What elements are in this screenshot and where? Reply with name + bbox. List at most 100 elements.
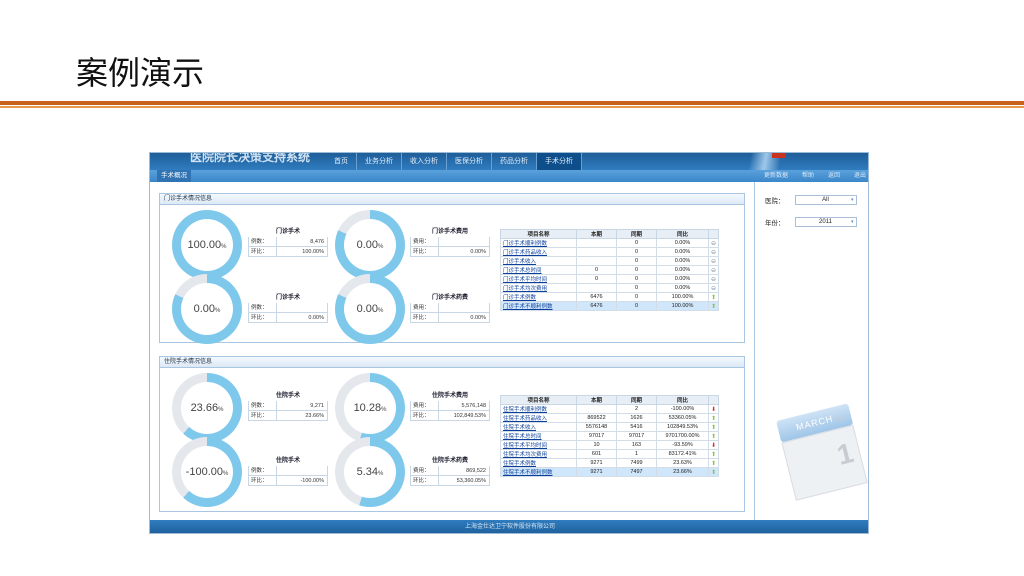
outpatient-stats-table: 项目名称 本期 同期 同比 门诊手术顺利例数 0 0.00% ⊖ 门诊手术药品收入 0 0.… bbox=[500, 229, 720, 311]
nav-tab-income[interactable]: 收入分析 bbox=[402, 153, 447, 170]
back-link[interactable]: 返回 bbox=[828, 170, 840, 182]
yoy-value: 100.00% bbox=[656, 301, 709, 311]
current-value: 9271 bbox=[576, 458, 617, 468]
row-name-link[interactable]: 门诊手术不顺利例数 bbox=[500, 301, 577, 311]
top-navbar: 医院院长决策支持系统 首页 业务分析 收入分析 医保分析 药品分析 手术分析 bbox=[150, 153, 868, 170]
table-row: 住院手术药品收入 869522 1626 53360.05% ⬆ bbox=[500, 413, 720, 423]
row-label: 例数： bbox=[249, 237, 277, 246]
row-name-link[interactable]: 住院手术药品收入 bbox=[500, 413, 577, 423]
table-row: 门诊手术均次费用 0 0.00% ⊖ bbox=[500, 283, 720, 293]
row-name-link[interactable]: 门诊手术药品收入 bbox=[500, 247, 577, 257]
yoy-value: 0.00% bbox=[656, 265, 709, 275]
col-header: 本期 bbox=[576, 395, 617, 405]
ring-unit: % bbox=[378, 471, 384, 477]
row-name-link[interactable]: 门诊手术总时间 bbox=[500, 265, 577, 275]
row-name-link[interactable]: 住院手术总时间 bbox=[500, 431, 577, 441]
hospital-select[interactable]: All ▾ bbox=[794, 195, 857, 205]
col-header: 同比 bbox=[656, 229, 709, 239]
previous-value: 0 bbox=[616, 265, 657, 275]
row-label: 环比： bbox=[249, 247, 277, 256]
nav-tab-business[interactable]: 业务分析 bbox=[357, 153, 402, 170]
nav-tab-insurance[interactable]: 医保分析 bbox=[447, 153, 492, 170]
row-name-link[interactable]: 住院手术顺利例数 bbox=[500, 404, 577, 414]
previous-value: 2 bbox=[616, 404, 657, 414]
row-value: 0.00% bbox=[470, 249, 486, 255]
table-header-row: 项目名称 本期 同期 同比 bbox=[500, 229, 720, 239]
yoy-value: 83172.41% bbox=[656, 449, 709, 459]
table-row: 住院手术收入 5576148 5416 102849.53% ⬆ bbox=[500, 422, 720, 432]
arrow-down-icon: ⬇ bbox=[711, 406, 717, 413]
row-value: 9,271 bbox=[310, 403, 324, 409]
circle-icon: ⊖ bbox=[711, 249, 717, 256]
row-label: 费用： bbox=[411, 401, 439, 410]
slide-title: 案例演示 bbox=[76, 54, 205, 92]
current-value bbox=[576, 256, 617, 266]
current-value: 9271 bbox=[576, 467, 617, 477]
previous-value: 0 bbox=[616, 247, 657, 257]
outpatient-drug-ring: 0.00% bbox=[335, 274, 405, 344]
col-header: 同比 bbox=[656, 395, 709, 405]
ring-unit: % bbox=[215, 308, 221, 314]
row-label: 环比： bbox=[249, 476, 277, 485]
row-name-link[interactable]: 住院手术收入 bbox=[500, 422, 577, 432]
arrow-up-icon: ⬆ bbox=[711, 424, 717, 431]
row-value: 869,522 bbox=[466, 468, 486, 474]
calendar-icon: MARCH FR 1 bbox=[776, 402, 868, 518]
row-label: 环比： bbox=[249, 411, 277, 420]
nav-tab-drug[interactable]: 药品分析 bbox=[492, 153, 537, 170]
current-value: 6476 bbox=[576, 301, 617, 311]
filter-sidebar: 医院： All ▾ 年份： 2011 ▾ MARCH FR 1 bbox=[754, 182, 868, 520]
tab-surgery-overview[interactable]: 手术概况 bbox=[157, 170, 191, 182]
nav-tab-home[interactable]: 首页 bbox=[326, 153, 357, 170]
row-name-link[interactable]: 住院手术均次费用 bbox=[500, 449, 577, 459]
calendar-day: 1 bbox=[833, 436, 857, 471]
refresh-data-link[interactable]: 更新数据 bbox=[764, 170, 788, 182]
row-name-link[interactable]: 住院手术不顺利例数 bbox=[500, 467, 577, 477]
inpatient-stats-table: 项目名称 本期 同期 同比 住院手术顺利例数 2 -100.00% ⬇ 住院手术药品收入… bbox=[500, 395, 720, 477]
previous-value: 0 bbox=[616, 256, 657, 266]
app-window: 医院院长决策支持系统 首页 业务分析 收入分析 医保分析 药品分析 手术分析 手… bbox=[149, 152, 869, 534]
row-name-link[interactable]: 门诊手术顺利例数 bbox=[500, 238, 577, 248]
row-name-link[interactable]: 住院手术例数 bbox=[500, 458, 577, 468]
table-header-row: 项目名称 本期 同期 同比 bbox=[500, 395, 720, 405]
help-link[interactable]: 帮助 bbox=[802, 170, 814, 182]
row-value: 23.66% bbox=[305, 413, 324, 419]
inpatient-cost-box: 住院手术费用 费用： 5,576,148 环比： 102,849.53% bbox=[410, 391, 490, 421]
title-rule bbox=[0, 101, 1024, 105]
ring-unit: % bbox=[378, 244, 384, 250]
previous-value: 0 bbox=[616, 292, 657, 302]
row-value: 5,576,148 bbox=[461, 403, 486, 409]
nav-tabs: 首页 业务分析 收入分析 医保分析 药品分析 手术分析 bbox=[326, 153, 582, 170]
ring-value: 10.28 bbox=[353, 402, 382, 414]
ring-unit: % bbox=[221, 244, 227, 250]
row-name-link[interactable]: 门诊手术收入 bbox=[500, 256, 577, 266]
previous-value: 0 bbox=[616, 274, 657, 284]
outpatient-cases-box: 门诊手术 例数： 8,476 环比： 100.00% bbox=[248, 227, 328, 257]
row-label: 环比： bbox=[411, 247, 439, 256]
row-name-link[interactable]: 住院手术平均时间 bbox=[500, 440, 577, 450]
ring-value: 0.00 bbox=[356, 303, 379, 315]
row-label: 费用： bbox=[411, 237, 439, 246]
col-header: 项目名称 bbox=[500, 229, 577, 239]
box-title: 住院手术药费 bbox=[431, 458, 468, 464]
hospital-select-value: All bbox=[822, 197, 829, 203]
current-value bbox=[576, 404, 617, 414]
row-value: 53,360.05% bbox=[456, 478, 486, 484]
current-value bbox=[576, 283, 617, 293]
ring-value: -100.00 bbox=[185, 466, 223, 478]
year-select[interactable]: 2011 ▾ bbox=[794, 217, 857, 227]
row-name-link[interactable]: 门诊手术例数 bbox=[500, 292, 577, 302]
logout-link[interactable]: 退出 bbox=[854, 170, 866, 182]
previous-value: 163 bbox=[616, 440, 657, 450]
previous-value: 0 bbox=[616, 283, 657, 293]
nav-tab-surgery[interactable]: 手术分析 bbox=[537, 153, 582, 170]
yoy-value: -93.59% bbox=[656, 440, 709, 450]
arrow-up-icon: ⬆ bbox=[711, 294, 717, 301]
row-name-link[interactable]: 门诊手术均次费用 bbox=[500, 283, 577, 293]
previous-value: 97017 bbox=[616, 431, 657, 441]
row-value: 100.00% bbox=[302, 249, 324, 255]
row-value: -100.00% bbox=[300, 478, 324, 484]
yoy-value: 23.66% bbox=[656, 467, 709, 477]
row-name-link[interactable]: 门诊手术平均时间 bbox=[500, 274, 577, 284]
ring-value: 0.00 bbox=[356, 239, 379, 251]
